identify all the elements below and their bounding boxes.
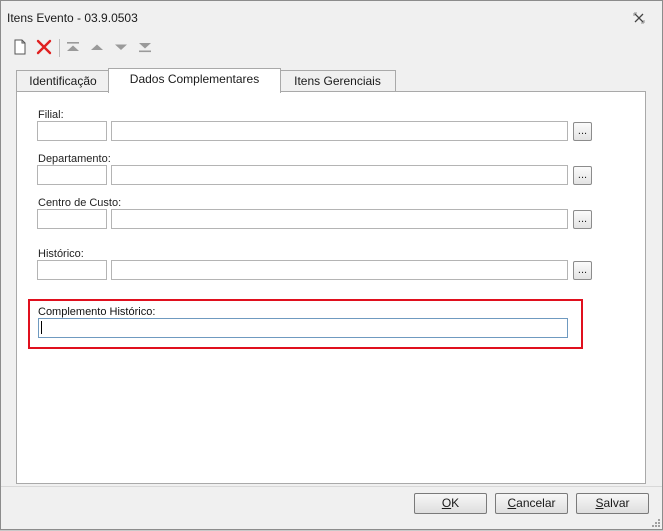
complemento-historico-label: Complemento Histórico: — [38, 306, 156, 318]
filial-label: Filial: — [38, 109, 64, 121]
cancel-button-mnemonic: C — [507, 496, 517, 510]
departamento-label: Departamento: — [38, 153, 111, 165]
save-button-label: alvar — [603, 496, 630, 510]
move-first-icon[interactable] — [64, 38, 82, 56]
tab-label: Itens Gerenciais — [294, 74, 381, 88]
toolbar-separator — [59, 39, 60, 57]
delete-icon[interactable] — [35, 38, 53, 56]
centro-custo-code-input[interactable] — [37, 209, 107, 229]
cancel-button[interactable]: Cancelar — [495, 493, 568, 514]
historico-code-input[interactable] — [37, 260, 107, 280]
move-down-icon[interactable] — [112, 38, 130, 56]
title-bar: Itens Evento - 03.9.0503 — [1, 1, 662, 34]
footer-divider — [1, 486, 662, 487]
move-last-icon[interactable] — [136, 38, 154, 56]
window-title: Itens Evento - 03.9.0503 — [7, 11, 138, 25]
complemento-historico-input[interactable] — [38, 318, 568, 338]
resize-grip-icon[interactable] — [649, 516, 661, 528]
historico-lookup-button[interactable]: ... — [573, 261, 592, 280]
historico-description-input[interactable] — [111, 260, 568, 280]
tab-itens-gerenciais[interactable]: Itens Gerenciais — [279, 70, 396, 92]
ok-button-mnemonic: O — [441, 496, 452, 510]
departamento-code-input[interactable] — [37, 165, 107, 185]
save-button[interactable]: Salvar — [576, 493, 649, 514]
text-cursor — [41, 321, 42, 334]
move-up-icon[interactable] — [88, 38, 106, 56]
ok-button[interactable]: OK — [414, 493, 487, 514]
tab-strip: Identificação Dados Complementares Itens… — [16, 68, 646, 93]
toolbar — [1, 34, 662, 62]
tab-label: Dados Complementares — [129, 72, 260, 86]
save-button-mnemonic: S — [595, 496, 604, 510]
centro-custo-description-input[interactable] — [111, 209, 568, 229]
departamento-description-input[interactable] — [111, 165, 568, 185]
tab-identificacao[interactable]: Identificação — [16, 70, 110, 92]
filial-description-input[interactable] — [111, 121, 568, 141]
historico-label: Histórico: — [38, 248, 84, 260]
tab-label: Identificação — [29, 74, 97, 88]
departamento-lookup-button[interactable]: ... — [573, 166, 592, 185]
ok-button-label: K — [451, 496, 460, 510]
new-document-icon[interactable] — [11, 38, 29, 56]
filial-code-input[interactable] — [37, 121, 107, 141]
close-icon[interactable] — [633, 12, 645, 24]
centro-custo-lookup-button[interactable]: ... — [573, 210, 592, 229]
cancel-button-label: ancelar — [516, 496, 556, 510]
tab-dados-complementares[interactable]: Dados Complementares — [108, 68, 281, 93]
filial-lookup-button[interactable]: ... — [573, 122, 592, 141]
tab-panel-dados-complementares: Filial: ... Departamento: ... Centro de … — [16, 91, 646, 484]
centro-custo-label: Centro de Custo: — [38, 197, 122, 209]
dialog-window: Itens Evento - 03.9.0503 Identificação D… — [0, 0, 663, 530]
